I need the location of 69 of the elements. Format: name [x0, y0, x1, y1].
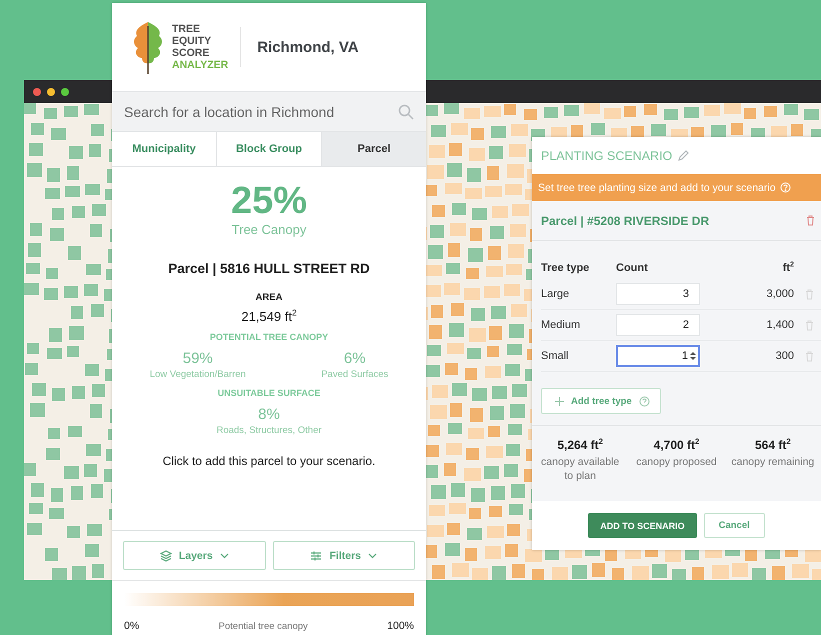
- spinner-icon: [690, 351, 696, 361]
- legend-min: 0%: [124, 620, 140, 632]
- tab[interactable]: Municipality: [112, 132, 217, 166]
- maximize-dot-icon[interactable]: [61, 88, 69, 96]
- count-field[interactable]: 2: [616, 314, 700, 336]
- chevron-down-icon: [368, 552, 377, 558]
- pencil-icon: [678, 150, 690, 161]
- area-value: 3,000: [765, 288, 794, 300]
- summary-label: canopy proposed: [636, 455, 717, 469]
- stat-value: 8%: [258, 406, 280, 423]
- close-dot-icon[interactable]: [33, 88, 41, 96]
- minimize-dot-icon[interactable]: [47, 88, 55, 96]
- column-header: Tree type: [541, 262, 590, 274]
- banner-text: Set tree tree planting size and add to your scenario: [538, 182, 776, 194]
- sliders-icon: [310, 550, 322, 562]
- add-to-scenario-button[interactable]: ADD TO SCENARIO: [588, 513, 697, 538]
- parcel-title: Parcel | #5208 RIVERSIDE DR: [541, 214, 710, 228]
- stat-label: Roads, Structures, Other: [216, 425, 322, 436]
- column-header: ft$^{2}$: [782, 262, 794, 274]
- canopy-label: Tree Canopy: [232, 222, 306, 237]
- plus-icon: [555, 396, 564, 406]
- stat-value: 6%: [344, 350, 366, 367]
- count-field[interactable]: 1: [616, 345, 700, 367]
- summary-value: 5,264 ft$^{2}$: [557, 438, 604, 452]
- summary-value: 4,700 ft$^{2}$: [654, 438, 700, 452]
- canopy-percent: 25%: [230, 181, 308, 221]
- stat-value: 59%: [182, 350, 213, 367]
- search-bar[interactable]: Search for a location in Richmond: [112, 91, 426, 131]
- trash-icon: [804, 320, 814, 330]
- layers-button[interactable]: Layers: [123, 541, 266, 570]
- legend-label: Potential tree canopy: [218, 620, 308, 632]
- summary-label: canopy remaining: [731, 455, 814, 469]
- area-value: 21,549 ft$^{2}$: [241, 309, 297, 324]
- logo-text: EQUITY: [172, 35, 212, 47]
- tree-type: Small: [541, 350, 570, 362]
- trash-icon: [804, 288, 814, 300]
- trash-icon: [804, 350, 814, 362]
- logo-text: SCORE: [172, 47, 210, 59]
- summary-value: 564 ft$^{2}$: [754, 438, 791, 452]
- area-value: 300: [774, 350, 794, 362]
- add-tree-type-button[interactable]: Add tree type: [541, 388, 661, 414]
- tree-type: Medium: [541, 319, 582, 331]
- stat-label: Low Vegetation/Barren: [150, 369, 246, 380]
- city-name: Richmond, VA: [257, 38, 359, 56]
- hint-text: Click to add this parcel to your scenario.: [162, 454, 376, 468]
- column-header: Count: [616, 262, 649, 274]
- area-value: 1,400: [765, 319, 794, 331]
- summary-label: canopy available to plan: [540, 455, 620, 483]
- section-heading: UNSUITABLE SURFACE: [218, 388, 320, 398]
- count-field[interactable]: 3: [616, 283, 700, 305]
- area-label: AREA: [256, 292, 282, 303]
- section-heading: POTENTIAL TREE CANOPY: [210, 332, 328, 342]
- filters-button[interactable]: Filters: [272, 541, 415, 570]
- help-circle-icon: [780, 182, 791, 193]
- logo-text: ANALYZER: [172, 59, 228, 71]
- cancel-button[interactable]: Cancel: [704, 513, 765, 538]
- parcel-title: Parcel | 5816 HULL STREET RD: [168, 261, 370, 276]
- layers-icon: [160, 550, 172, 562]
- chevron-down-icon: [220, 552, 229, 558]
- search-field[interactable]: Search for a location in Richmond: [124, 104, 398, 120]
- panel-title: PLANTING SCENARIO: [541, 148, 672, 162]
- trash-icon: [806, 215, 815, 226]
- stat-label: Paved Surfaces: [321, 369, 388, 380]
- tab[interactable]: Parcel: [322, 132, 426, 166]
- logo-text: TREE: [172, 23, 202, 35]
- search-icon: [398, 104, 414, 120]
- tree-type: Large: [541, 288, 570, 300]
- help-circle-icon: [638, 396, 650, 406]
- legend-max: 100%: [387, 620, 414, 632]
